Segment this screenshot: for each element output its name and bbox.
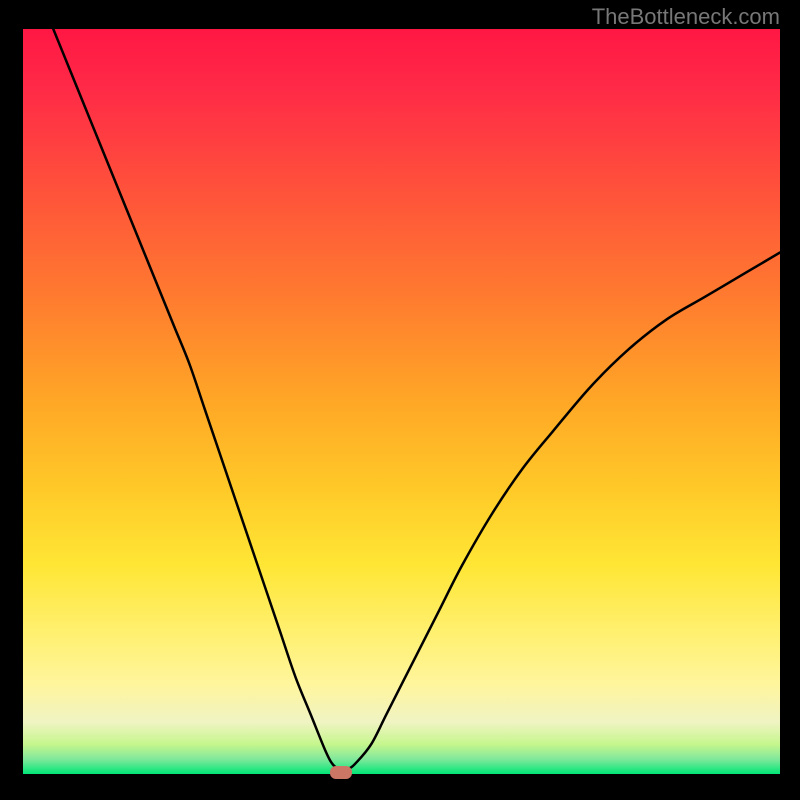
- chart-plot-area: [23, 29, 780, 774]
- bottleneck-curve: [53, 29, 780, 770]
- chart-curve-svg: [23, 29, 780, 774]
- watermark-text: TheBottleneck.com: [592, 4, 780, 30]
- chart-minimum-marker: [330, 766, 352, 779]
